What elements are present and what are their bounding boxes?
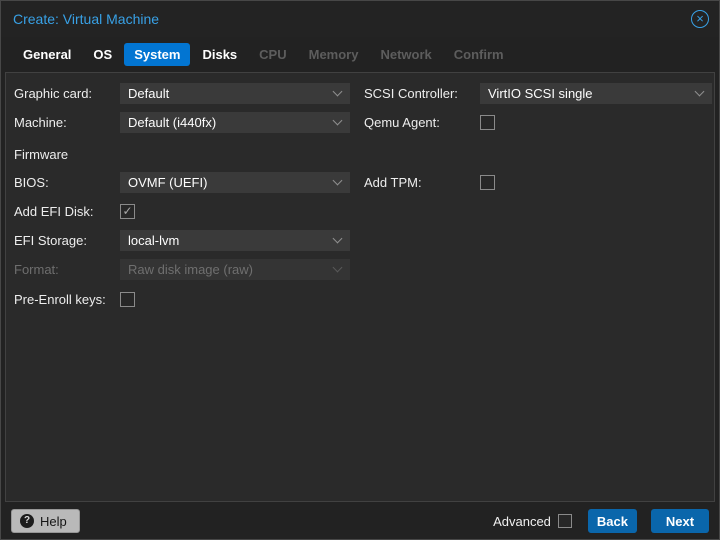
- pre-enroll-keys-checkbox[interactable]: [120, 292, 135, 307]
- close-icon[interactable]: ×: [691, 10, 709, 28]
- footer-actions: Advanced Back Next: [493, 509, 709, 533]
- help-button-label: Help: [40, 513, 67, 529]
- tab-confirm: Confirm: [453, 47, 504, 62]
- qemu-agent-checkbox[interactable]: [480, 115, 495, 130]
- tab-network: Network: [380, 47, 432, 62]
- scsi-controller-value: VirtIO SCSI single: [488, 86, 593, 101]
- add-tpm-label: Add TPM:: [364, 175, 422, 190]
- efi-storage-value: local-lvm: [128, 233, 180, 248]
- tab-cpu: CPU: [259, 47, 287, 62]
- efi-storage-select[interactable]: local-lvm: [120, 230, 350, 251]
- bios-select[interactable]: OVMF (UEFI): [120, 172, 350, 193]
- machine-value: Default (i440fx): [128, 115, 217, 130]
- efi-storage-label: EFI Storage:: [14, 233, 87, 248]
- format-value: Raw disk image (raw): [128, 262, 253, 277]
- bios-value: OVMF (UEFI): [128, 175, 208, 190]
- system-form-panel: Graphic card: Default Machine: Default (…: [5, 72, 715, 502]
- scsi-controller-select[interactable]: VirtIO SCSI single: [480, 83, 712, 104]
- dialog-footer: ? Help Advanced Back Next: [1, 503, 719, 539]
- add-tpm-checkbox[interactable]: [480, 175, 495, 190]
- machine-select[interactable]: Default (i440fx): [120, 112, 350, 133]
- format-label: Format:: [14, 262, 59, 277]
- scsi-controller-label: SCSI Controller:: [364, 86, 458, 101]
- tab-system[interactable]: System: [124, 43, 191, 66]
- create-vm-dialog: Create: Virtual Machine × General OS Sys…: [0, 0, 720, 540]
- advanced-label: Advanced: [493, 513, 551, 529]
- tab-memory: Memory: [308, 47, 359, 62]
- tab-general[interactable]: General: [13, 43, 81, 66]
- dialog-title: Create: Virtual Machine: [13, 11, 160, 27]
- bios-label: BIOS:: [14, 175, 49, 190]
- help-button[interactable]: ? Help: [11, 509, 80, 533]
- format-select: Raw disk image (raw): [120, 259, 350, 280]
- next-button[interactable]: Next: [651, 509, 709, 533]
- help-icon: ?: [20, 514, 34, 528]
- advanced-checkbox[interactable]: [557, 514, 572, 528]
- graphic-card-select[interactable]: Default: [120, 83, 350, 104]
- tab-disks[interactable]: Disks: [192, 43, 247, 66]
- graphic-card-label: Graphic card:: [14, 86, 93, 101]
- back-button[interactable]: Back: [587, 509, 637, 533]
- firmware-section-heading: Firmware: [14, 147, 69, 162]
- tab-os[interactable]: OS: [83, 43, 122, 66]
- qemu-agent-label: Qemu Agent:: [364, 115, 440, 130]
- pre-enroll-keys-label: Pre-Enroll keys:: [14, 292, 106, 307]
- machine-label: Machine:: [14, 115, 67, 130]
- dialog-titlebar: Create: Virtual Machine ×: [1, 1, 719, 37]
- add-efi-disk-checkbox[interactable]: ✓: [120, 204, 135, 219]
- wizard-tabbar: General OS System Disks CPU Memory Netwo…: [1, 37, 719, 72]
- graphic-card-value: Default: [128, 86, 170, 101]
- add-efi-disk-label: Add EFI Disk:: [14, 204, 94, 219]
